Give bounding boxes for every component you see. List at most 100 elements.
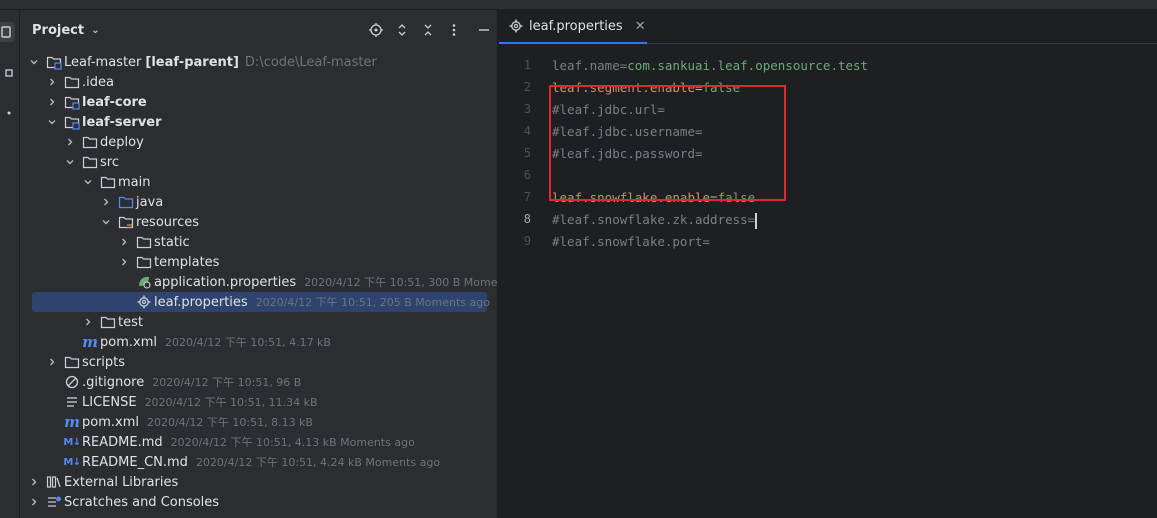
tree-item[interactable]: src [20,152,497,172]
tree-item-label: leaf-core [82,95,147,110]
chevron-right-icon[interactable] [100,192,112,212]
chevron-down-icon[interactable] [46,112,58,132]
gitignore-icon [64,372,80,392]
chevron-down-icon[interactable] [28,52,40,72]
close-icon[interactable]: ✕ [635,19,646,34]
file-name: .gitignore [82,375,145,390]
text-caret [755,212,758,229]
hide-panel-button[interactable] [471,17,497,43]
line-number: 2 [523,80,531,94]
tree-item[interactable]: M↓ README.md 2020/4/12 下午 10:51, 4.13 kB M… [20,432,497,452]
tab-leaf-properties[interactable]: leaf.properties ✕ [499,10,647,44]
code-line[interactable]: #leaf.jdbc.url= [552,99,665,121]
file-name: deploy [100,134,144,150]
expand-all-button[interactable] [389,17,415,43]
file-metadata: 2020/4/12 下午 10:51, 4.13 kB Moments ago [170,436,415,449]
chevron-right-icon[interactable] [118,232,130,252]
project-panel: Project ⌄ Leaf-master [leaf-parent] D:\cod… [20,10,498,518]
chevron-right-icon[interactable] [28,472,40,492]
code-line[interactable]: leaf.name=com.sankuai.leaf.opensource.te… [552,55,868,77]
tree-item[interactable]: static [20,232,497,252]
file-metadata: 2020/4/12 下午 10:51, 205 B Moments ago [255,296,490,309]
chevron-right-icon[interactable] [46,352,58,372]
more-tools-button[interactable] [1,105,17,121]
folder-icon [64,72,80,92]
tree-item[interactable]: External Libraries [20,472,497,492]
tree-item-label: Scratches and Consoles [64,495,219,510]
chevron-down-icon[interactable] [100,212,112,232]
code-token: #leaf.snowflake.port= [552,234,711,249]
code-token: false [702,80,741,95]
code-line[interactable]: leaf.segment.enable=false [552,77,740,99]
properties-gear-icon [136,292,152,312]
tree-item[interactable]: leaf.properties 2020/4/12 下午 10:51, 205 B… [32,292,490,312]
tree-item[interactable]: .gitignore 2020/4/12 下午 10:51, 96 B [20,372,497,392]
tree-item-label: leaf-server [82,115,162,130]
line-number: 4 [523,124,531,138]
line-number: 7 [523,190,531,204]
tree-item-label: .idea [82,75,114,90]
kebab-menu-icon [452,24,456,36]
tree-item[interactable]: Scratches and Consoles [20,492,497,512]
tree-item-label: templates [154,255,219,270]
tree-item-label: main [118,175,150,190]
project-panel-toolbar [363,10,497,50]
tree-item[interactable]: leaf-core [20,92,497,112]
code-line[interactable]: leaf.snowflake.enable=false [552,187,755,209]
file-name: External Libraries [64,474,179,490]
code-token: leaf.name [552,58,620,73]
tree-item-label: scripts [82,355,125,370]
chevron-right-icon[interactable] [28,492,40,512]
line-number: 1 [523,58,531,72]
chevron-right-icon[interactable] [82,312,94,332]
tree-item[interactable]: Leaf-master [leaf-parent] D:\code\Leaf-mas… [20,52,497,72]
tree-item-label: External Libraries [64,475,178,490]
code-line[interactable]: #leaf.snowflake.zk.address= [552,209,758,231]
tree-item[interactable]: test [20,312,497,332]
line-number: 3 [523,102,531,116]
structure-tool-button[interactable] [1,65,17,81]
code-token: com.sankuai.leaf.opensource.test [627,58,869,73]
chevron-right-icon[interactable] [64,132,76,152]
tree-item[interactable]: m pom.xml 2020/4/12 下午 10:51, 4.17 kB [20,332,497,352]
file-name: README_CN.md [82,455,188,470]
line-number-gutter: 1 2 3 4 5 6 7 8 9 [499,45,547,518]
tree-item[interactable]: resources [20,212,497,232]
tree-item[interactable]: m pom.xml 2020/4/12 下午 10:51, 8.13 kB [20,412,497,432]
tree-item[interactable]: LICENSE 2020/4/12 下午 10:51, 11.34 kB [20,392,497,412]
chevron-right-icon[interactable] [46,92,58,112]
tree-item-label: LICENSE 2020/4/12 下午 10:51, 11.34 kB [82,394,318,410]
chevron-down-icon[interactable] [64,152,76,172]
chevron-right-icon[interactable] [118,252,130,272]
editor-tabs: leaf.properties ✕ [499,10,1157,44]
code-token: #leaf.jdbc.url= [552,102,665,117]
chevron-right-icon[interactable] [46,72,58,92]
project-tool-button[interactable] [0,22,15,42]
tree-item[interactable]: java [20,192,497,212]
code-line[interactable]: #leaf.jdbc.password= [552,143,703,165]
code-line[interactable]: #leaf.jdbc.username= [552,121,703,143]
line-number: 8 [523,212,531,226]
tree-item[interactable]: scripts [20,352,497,372]
crosshair-icon [369,23,383,37]
code-line[interactable]: #leaf.snowflake.port= [552,231,710,253]
tree-item[interactable]: templates [20,252,497,272]
options-menu-button[interactable] [441,17,467,43]
tree-item[interactable]: leaf-server [20,112,497,132]
file-name: Leaf-master [64,54,142,70]
file-name: pom.xml [82,415,139,430]
collapse-all-button[interactable] [415,17,441,43]
maven-icon: m [64,413,80,431]
text-file-icon [64,392,80,412]
module-folder-icon [64,92,80,112]
locate-file-button[interactable] [363,17,389,43]
tree-item[interactable]: .idea [20,72,497,92]
tree-item[interactable]: M↓ README_CN.md 2020/4/12 下午 10:51, 4.24 k… [20,452,497,472]
code-editor[interactable]: leaf.name = com.sankuai.leaf.opensource.te… [552,45,1152,518]
chevron-down-icon[interactable] [82,172,94,192]
tree-item[interactable]: deploy [20,132,497,152]
folder-icon [64,352,80,372]
project-view-selector[interactable]: Project ⌄ [32,23,99,38]
tree-item[interactable]: main [20,172,497,192]
tree-item[interactable]: application.properties 2020/4/12 下午 10:51… [20,272,497,292]
